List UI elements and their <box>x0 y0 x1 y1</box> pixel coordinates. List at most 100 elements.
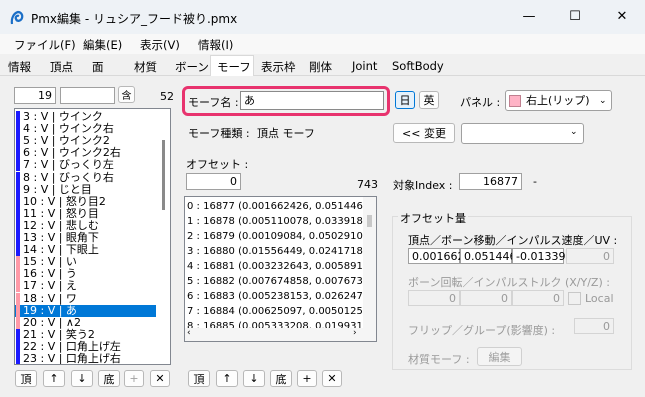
flip-group-label: フリップ／グループ(影響度) : <box>408 324 556 337</box>
list-item[interactable]: 18 : V | ワ <box>15 292 156 305</box>
move-top-button[interactable]: 頂 <box>15 370 37 387</box>
offset-row[interactable]: 2 : 16879 (0.00109084, 0.0502910 <box>187 229 363 245</box>
offset-row[interactable]: 0 : 16877 (0.001662426, 0.051446 <box>187 199 363 215</box>
title-bar: Pmx編集 - リュシア_フード被り.pmx — ☐ ✕ <box>0 0 645 34</box>
offset-w-field[interactable]: 0 <box>566 248 614 264</box>
material-morph-label: 材質モーフ : <box>408 353 470 366</box>
tab-display-frame[interactable]: 表示枠 <box>261 59 296 75</box>
morph-color-bar <box>16 147 20 160</box>
move-bottom-button[interactable]: 底 <box>98 370 120 387</box>
local-checkbox[interactable] <box>568 292 581 305</box>
scroll-thumb[interactable] <box>367 215 372 227</box>
add-offset-button[interactable]: + <box>297 370 317 387</box>
offset-label: オフセット : <box>186 158 249 171</box>
menu-edit[interactable]: 編集(E) <box>83 37 122 53</box>
scroll-right-icon[interactable]: › <box>353 328 357 338</box>
offset-down-button[interactable]: ↓ <box>243 370 265 387</box>
offset-z-field[interactable]: -0.01339 <box>512 248 565 264</box>
offset-row[interactable]: 6 : 16883 (0.005238153, 0.026247 <box>187 289 363 305</box>
close-icon: ✕ <box>616 8 628 24</box>
offset-bottom-button[interactable]: 底 <box>270 370 292 387</box>
menu-info[interactable]: 情報(I) <box>198 37 233 53</box>
target-index-suffix: - <box>533 175 537 188</box>
offset-row[interactable]: 7 : 16884 (0.00625097, 0.0050125 <box>187 304 363 320</box>
offset-row[interactable]: 5 : 16882 (0.007674858, 0.007673 <box>187 274 363 290</box>
morph-color-bar <box>16 159 20 172</box>
flip-group-field[interactable]: 0 <box>574 318 614 334</box>
morph-color-bar <box>16 123 20 136</box>
list-item-label: 17 : V | え <box>23 279 77 293</box>
minimize-button[interactable]: — <box>506 0 552 32</box>
move-up-button[interactable]: ↑ <box>43 370 65 387</box>
list-item[interactable]: 19 : V | あ <box>15 304 156 317</box>
morph-color-bar <box>16 353 20 364</box>
morph-color-bar <box>16 268 20 281</box>
app-icon <box>10 10 24 25</box>
tab-joint[interactable]: Joint <box>352 59 377 73</box>
morph-color-bar <box>16 219 20 232</box>
panel-select[interactable]: 右上(リップ) ⌄ <box>505 90 612 111</box>
offset-count: 743 <box>357 178 378 191</box>
morph-color-bar <box>16 328 20 341</box>
maximize-icon: ☐ <box>569 8 581 24</box>
tab-bone[interactable]: ボーン <box>175 59 209 75</box>
scroll-left-icon[interactable]: ‹ <box>187 328 191 338</box>
rotation-x-field[interactable]: 0 <box>408 290 460 306</box>
tab-material[interactable]: 材質 <box>134 59 157 75</box>
list-item[interactable]: 10 : V | 怒り目2 <box>15 195 156 208</box>
target-index-field[interactable]: 16877 <box>459 173 522 190</box>
list-item[interactable]: 20 : V | ∧2 <box>15 316 156 329</box>
list-item[interactable]: 7 : V | びっくり左 <box>15 159 156 172</box>
list-index-field[interactable]: 19 <box>14 87 56 104</box>
offset-list-scrollbar[interactable] <box>363 197 376 341</box>
tab-vertex[interactable]: 頂点 <box>50 59 73 75</box>
list-item[interactable]: 17 : V | え <box>15 279 156 293</box>
offset-row[interactable]: 4 : 16881 (0.003232643, 0.005891 <box>187 259 363 275</box>
tab-morph[interactable]: モーフ <box>217 59 251 75</box>
tab-rigid-body[interactable]: 剛体 <box>309 59 332 75</box>
tab-softbody[interactable]: SoftBody <box>392 59 444 73</box>
offset-row[interactable]: 3 : 16880 (0.01556449, 0.0241718 <box>187 244 363 260</box>
en-name-button[interactable]: 英 <box>419 91 439 109</box>
morph-color-bar <box>16 183 20 196</box>
morph-list[interactable]: 3 : V | ウインク 4 : V | ウインク右 5 : V | ウインク2 6 … <box>14 108 171 365</box>
tab-info[interactable]: 情報 <box>8 59 31 75</box>
offset-up-button[interactable]: ↑ <box>216 370 238 387</box>
list-search-field[interactable] <box>60 87 115 104</box>
jp-name-button[interactable]: 日 <box>395 91 415 109</box>
list-item[interactable]: 23 : V | 口角上げ右 <box>15 353 156 364</box>
menu-view[interactable]: 表示(V) <box>140 37 180 53</box>
list-item[interactable]: 9 : V | じと目 <box>15 183 156 196</box>
close-button[interactable]: ✕ <box>599 0 645 32</box>
offset-index-field[interactable]: 0 <box>186 173 241 190</box>
maximize-button[interactable]: ☐ <box>552 0 598 32</box>
delete-offset-button[interactable]: ✕ <box>322 370 342 387</box>
delete-morph-button[interactable]: ✕ <box>150 370 170 387</box>
material-edit-button[interactable]: 編集 <box>477 347 522 366</box>
rotation-y-field[interactable]: 0 <box>460 290 512 306</box>
morph-name-input[interactable]: あ <box>240 91 384 110</box>
add-morph-button[interactable]: + <box>124 370 144 387</box>
offset-list[interactable]: 0 : 16877 (0.001662426, 0.051446 1 : 1687… <box>184 196 377 342</box>
menu-file[interactable]: ファイル(F) <box>14 37 76 53</box>
include-button[interactable]: 含 <box>118 86 135 103</box>
morph-type-value: 頂点 モーフ <box>257 127 315 140</box>
offset-row[interactable]: 1 : 16878 (0.005110078, 0.033918 <box>187 214 363 230</box>
morph-color-bar <box>16 232 20 244</box>
change-button[interactable]: << 変更 <box>393 123 455 143</box>
move-down-button[interactable]: ↓ <box>71 370 93 387</box>
morph-list-scrollbar[interactable] <box>158 110 170 363</box>
menu-bar: ファイル(F) 編集(E) 表示(V) 情報(I) <box>0 34 645 54</box>
offset-list-hscrollbar[interactable]: ‹ › <box>185 328 363 341</box>
offset-x-field[interactable]: 0.001662 <box>408 248 465 264</box>
rotation-z-field[interactable]: 0 <box>512 290 564 306</box>
list-item-label: 21 : V | 笑う2 <box>23 327 95 341</box>
offset-y-field[interactable]: 0.051446 <box>460 248 517 264</box>
panel-label: パネル : <box>460 96 501 109</box>
change-target-select[interactable]: ⌄ <box>461 123 584 144</box>
list-item[interactable]: 8 : V | びっくり右 <box>15 171 156 184</box>
offset-top-button[interactable]: 頂 <box>188 370 210 387</box>
chevron-down-icon: ⌄ <box>570 127 578 137</box>
tab-face[interactable]: 面 <box>92 59 104 75</box>
rotation-offset-label: ボーン回転／インパルストルク (X/Y/Z) : <box>408 276 610 289</box>
